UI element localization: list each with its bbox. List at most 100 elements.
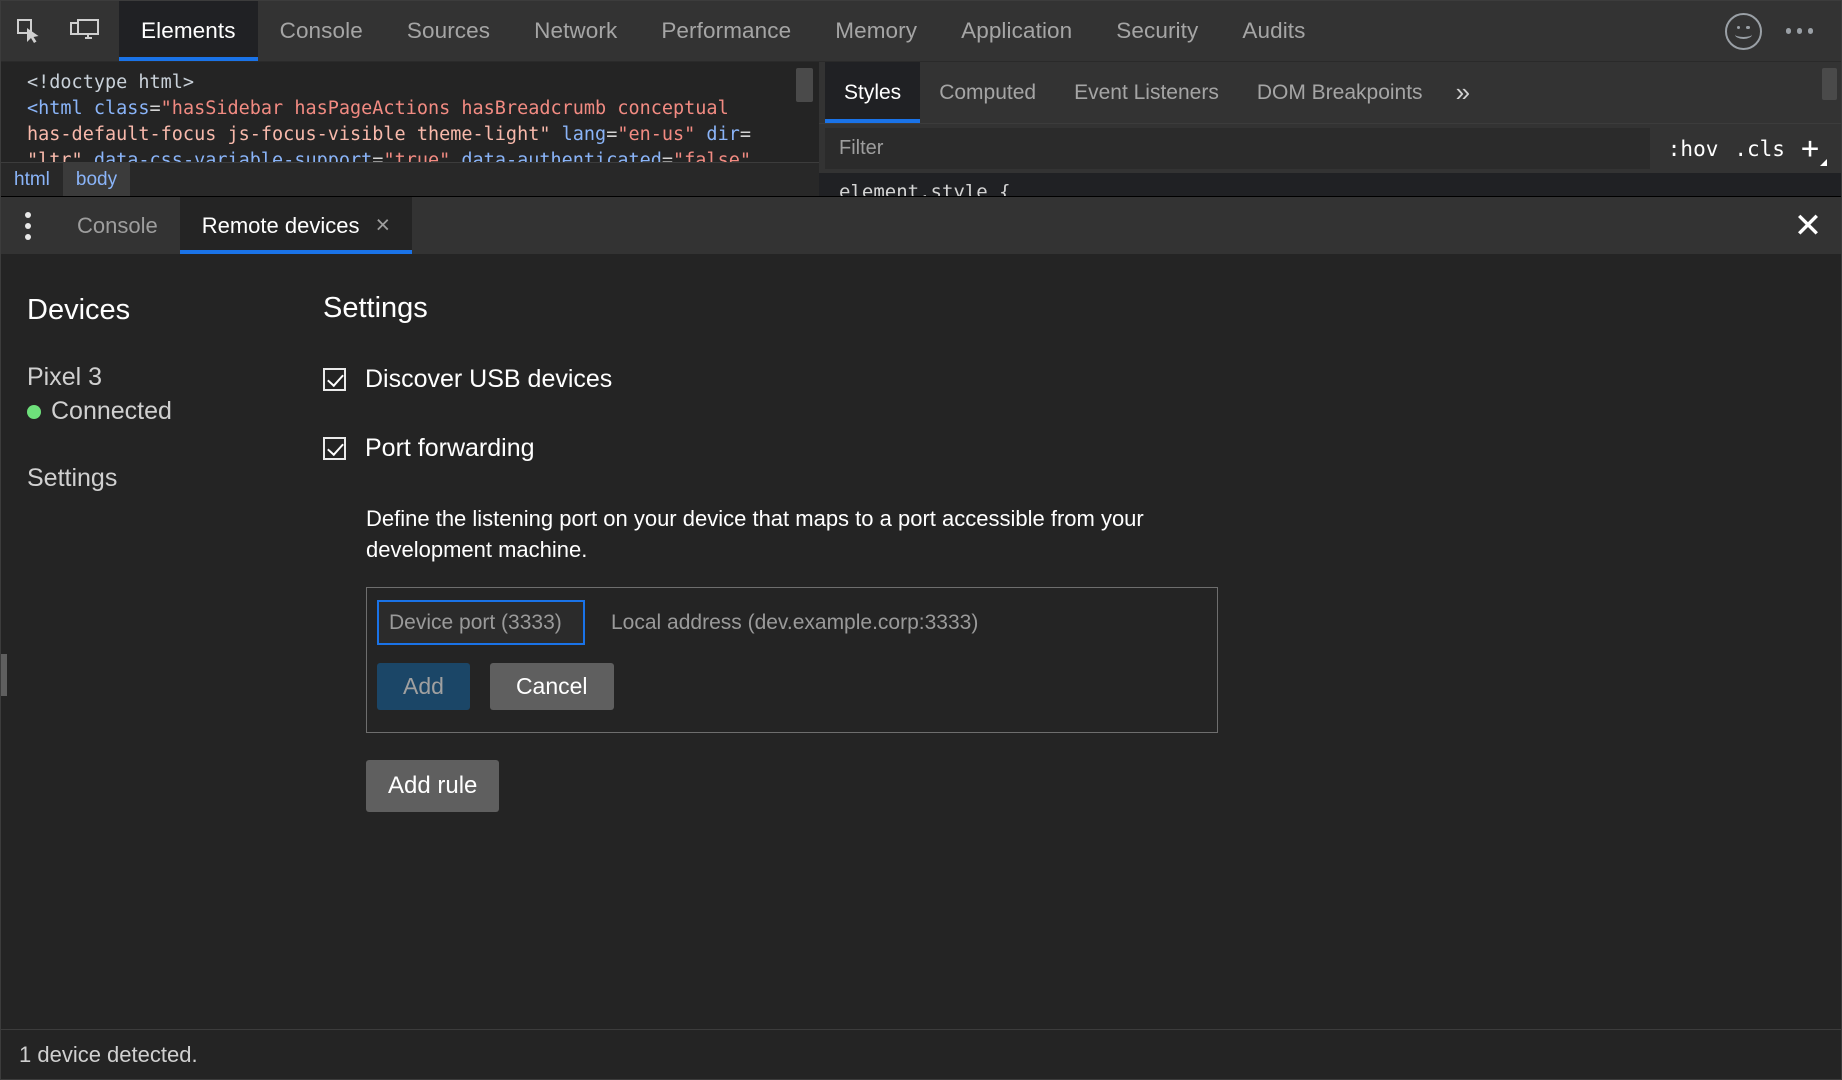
close-icon[interactable]: × [375, 213, 390, 238]
dom-token: <!doctype html> [27, 72, 195, 93]
tab-security[interactable]: Security [1094, 1, 1220, 61]
toolbar-right-actions [1724, 1, 1842, 61]
devices-heading: Devices [27, 294, 131, 326]
tab-computed-label: Computed [939, 80, 1037, 104]
tab-network[interactable]: Network [512, 1, 639, 61]
chevron-more-icon[interactable]: » [1442, 62, 1484, 123]
upper-panes: <!doctype html> <html class="hasSidebar h… [1, 62, 1841, 196]
breadcrumb: html body [1, 162, 819, 196]
drawer-menu-icon[interactable] [1, 197, 55, 254]
tab-dom-breakpoints-label: DOM Breakpoints [1256, 80, 1423, 104]
hov-toggle-button[interactable]: :hov [1668, 137, 1719, 161]
add-button[interactable]: Add [377, 663, 470, 710]
port-forwarding-row[interactable]: Port forwarding [323, 434, 1841, 463]
tab-memory[interactable]: Memory [813, 1, 939, 61]
dom-token: "en-us" [617, 124, 696, 145]
chevron-more-label: » [1455, 77, 1471, 107]
breadcrumb-item-body-label: body [75, 168, 118, 190]
dom-token: = [372, 150, 384, 162]
device-toolbar-icon[interactable] [57, 1, 113, 61]
local-address-input[interactable] [601, 600, 1207, 645]
tab-console-label: Console [279, 18, 363, 43]
device-status: Connected [27, 397, 313, 426]
add-rule-button[interactable]: Add rule [366, 760, 500, 812]
port-forwarding-checkbox[interactable] [323, 437, 346, 460]
breadcrumb-item-html-label: html [14, 168, 50, 190]
drawer-tab-console[interactable]: Console [55, 197, 180, 254]
dom-token: = [661, 150, 674, 162]
sidebar-selection-indicator [1, 654, 7, 696]
port-forwarding-description: Define the listening port on your device… [366, 506, 1144, 562]
dom-line[interactable]: has-default-focus js-focus-visible theme… [27, 122, 819, 148]
drawer-tab-bar: Console Remote devices × ✕ [1, 197, 1841, 254]
tab-application[interactable]: Application [939, 1, 1094, 61]
dom-token: = [149, 98, 161, 119]
tab-event-listeners[interactable]: Event Listeners [1055, 62, 1238, 123]
remote-devices-view: Devices Pixel 3 Connected Settings Setti… [1, 254, 1841, 1029]
dom-token: data-css-variable-support [82, 150, 373, 162]
status-bar: 1 device detected. [1, 1029, 1841, 1079]
settings-heading: Settings [323, 292, 428, 324]
main-toolbar: Elements Console Sources Network Perform… [1, 1, 1841, 62]
dom-token: has-default-focus js-focus-visible theme… [27, 124, 551, 145]
tab-memory-label: Memory [835, 18, 918, 43]
status-dot-icon [27, 404, 41, 419]
drawer-tab-remote-devices[interactable]: Remote devices × [179, 197, 413, 254]
device-port-input[interactable] [377, 600, 585, 645]
dom-token: data-authenticated [450, 150, 662, 162]
cls-toggle-button[interactable]: .cls [1734, 137, 1785, 161]
dom-token: class [82, 98, 150, 119]
remote-devices-settings: Settings Discover USB devices Port forwa… [313, 254, 1841, 1029]
inspect-element-icon[interactable] [1, 1, 57, 61]
dom-token: "false" [673, 150, 751, 162]
dom-token: "true" [383, 150, 451, 162]
tab-elements-label: Elements [141, 18, 236, 43]
dom-line[interactable]: <html class="hasSidebar hasPageActions h… [27, 96, 819, 122]
breadcrumb-item-body[interactable]: body [62, 163, 131, 196]
dom-token: dir [695, 124, 740, 145]
tab-audits-label: Audits [1242, 18, 1306, 43]
dom-token: = [606, 124, 618, 145]
elements-panel: <!doctype html> <html class="hasSidebar h… [1, 62, 819, 196]
tab-elements[interactable]: Elements [119, 1, 258, 61]
tab-performance-label: Performance [661, 18, 792, 43]
dom-token: lang [550, 124, 607, 145]
tab-styles[interactable]: Styles [825, 62, 921, 123]
styles-scrollbar[interactable] [1822, 68, 1837, 100]
remote-devices-sidebar: Devices Pixel 3 Connected Settings [1, 254, 313, 1029]
tab-performance[interactable]: Performance [639, 1, 813, 61]
device-status-label: Connected [51, 397, 172, 425]
dom-tree[interactable]: <!doctype html> <html class="hasSidebar h… [1, 62, 819, 162]
tab-dom-breakpoints[interactable]: DOM Breakpoints [1238, 62, 1442, 123]
dom-token: <html [27, 98, 83, 119]
tab-sources-label: Sources [406, 18, 491, 43]
element-style-rule[interactable]: element.style { [819, 173, 1841, 196]
breadcrumb-item-html[interactable]: html [1, 163, 63, 196]
more-options-icon[interactable] [1780, 22, 1820, 40]
dom-line[interactable]: <!doctype html> [27, 70, 819, 96]
tab-computed[interactable]: Computed [920, 62, 1055, 123]
drawer: Console Remote devices × ✕ Devices Pixel… [1, 196, 1841, 1079]
port-forwarding-rule-editor: Add Cancel [366, 587, 1218, 733]
discover-usb-devices-row[interactable]: Discover USB devices [323, 365, 1841, 394]
discover-usb-devices-checkbox[interactable] [323, 368, 346, 391]
tab-audits[interactable]: Audits [1220, 1, 1327, 61]
sidebar-item-device[interactable]: Pixel 3 [27, 363, 313, 392]
styles-filter-input[interactable] [825, 128, 1650, 169]
discover-usb-devices-label: Discover USB devices [365, 365, 613, 393]
smiley-face-icon[interactable] [1724, 12, 1762, 50]
dom-line[interactable]: "ltr" data-css-variable-support="true" d… [27, 148, 819, 162]
cancel-button[interactable]: Cancel [489, 663, 614, 710]
sidebar-item-settings[interactable]: Settings [27, 464, 313, 493]
drawer-tab-console-label: Console [77, 212, 158, 238]
rule-input-row [367, 588, 1217, 645]
status-bar-text: 1 device detected. [19, 1041, 198, 1067]
tab-security-label: Security [1116, 18, 1199, 43]
tab-sources[interactable]: Sources [385, 1, 512, 61]
new-style-rule-button[interactable]: + [1801, 133, 1828, 166]
dom-token: = [739, 124, 751, 145]
tab-console[interactable]: Console [258, 1, 385, 61]
elements-scrollbar[interactable] [796, 68, 813, 102]
styles-panel: Styles Computed Event Listeners DOM Brea… [819, 62, 1841, 196]
close-drawer-icon[interactable]: ✕ [1775, 197, 1841, 254]
